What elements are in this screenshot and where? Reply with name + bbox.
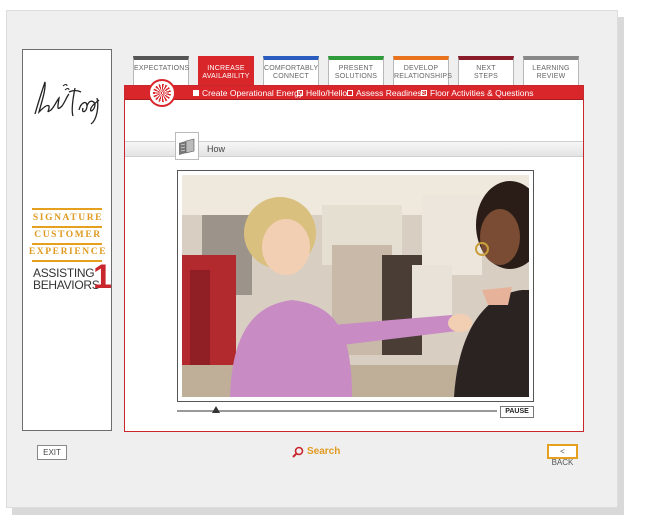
subnav-label: Floor Activities & Questions — [430, 88, 534, 98]
square-bullet-icon — [297, 90, 303, 96]
subnav-item-create-operational-energy[interactable]: Create Operational Energy — [193, 88, 303, 98]
tab-label: LEARNING — [532, 65, 570, 72]
square-bullet-icon — [347, 90, 353, 96]
tab-next-steps[interactable]: NEXT STEPS — [458, 56, 514, 87]
subnav-label: Create Operational Energy — [202, 88, 304, 98]
square-bullet-icon — [421, 90, 427, 96]
exit-button[interactable]: EXIT — [37, 445, 67, 460]
tab-label: RELATIONSHIPS — [394, 73, 453, 80]
subnav-label: Assess Readiness — [356, 88, 426, 98]
book-icon — [175, 132, 199, 160]
subnav-item-floor-activities[interactable]: Floor Activities & Questions — [421, 88, 533, 98]
tab-label: CONNECT — [272, 73, 309, 80]
sidebar: SIGNATURE CUSTOMER EXPERIENCE ASSISTING … — [22, 49, 112, 431]
tab-label: AVAILABILITY — [202, 73, 250, 80]
tab-develop-relationships[interactable]: DEVELOP RELATIONSHIPS — [393, 56, 453, 87]
section-title: How — [207, 144, 226, 154]
tab-increase-availability[interactable]: INCREASE AVAILABILITY — [198, 56, 254, 88]
tab-label: SOLUTIONS — [334, 73, 378, 80]
divider — [32, 226, 102, 228]
subnav-item-assess-readiness[interactable]: Assess Readiness — [347, 88, 426, 98]
subnav-label: Hello/Hello — [306, 88, 348, 98]
magnifier-icon — [292, 446, 304, 458]
lord-and-taylor-logo — [34, 81, 100, 125]
tab-label: PRESENT — [338, 65, 374, 72]
subnav-bar: Create Operational Energy Hello/Hello As… — [125, 86, 583, 100]
tab-label: REVIEW — [536, 73, 566, 80]
pause-button[interactable]: PAUSE — [500, 406, 534, 418]
tab-label: DEVELOP — [403, 65, 439, 72]
video-frame — [182, 175, 529, 397]
tab-label: COMFORTABLY — [264, 65, 319, 72]
video-scrubber-track[interactable] — [177, 410, 497, 412]
tab-comfortably-connect[interactable]: COMFORTABLY CONNECT — [263, 56, 319, 87]
video-player[interactable] — [177, 170, 534, 402]
tab-label: INCREASE — [207, 65, 245, 72]
divider — [32, 208, 102, 210]
signature-line-2: CUSTOMER — [34, 230, 102, 240]
divider — [32, 260, 102, 262]
search-label: Search — [307, 446, 341, 457]
tab-label: EXPECTATIONS — [134, 65, 190, 72]
module-number: 1 — [93, 258, 112, 296]
square-bullet-icon — [193, 90, 199, 96]
signature-line-3: EXPERIENCE — [28, 247, 108, 257]
subnav-item-hello-hello[interactable]: Hello/Hello — [297, 88, 347, 98]
content-panel: Create Operational Energy Hello/Hello As… — [124, 85, 584, 432]
scrubber-handle[interactable] — [212, 406, 220, 413]
divider — [32, 243, 102, 245]
tab-present-solutions[interactable]: PRESENT SOLUTIONS — [328, 56, 384, 87]
tab-label: STEPS — [474, 73, 498, 80]
tab-label: NEXT — [476, 65, 496, 72]
module-title-line2: BEHAVIORS — [33, 278, 100, 292]
signature-line-1: SIGNATURE — [32, 213, 104, 223]
search-link[interactable]: Search — [292, 445, 342, 459]
module-title: ASSISTING BEHAVIORS — [33, 267, 100, 292]
back-button[interactable]: < BACK — [547, 444, 578, 467]
tab-learning-review[interactable]: LEARNING REVIEW — [523, 56, 579, 87]
seal-icon — [148, 79, 176, 107]
